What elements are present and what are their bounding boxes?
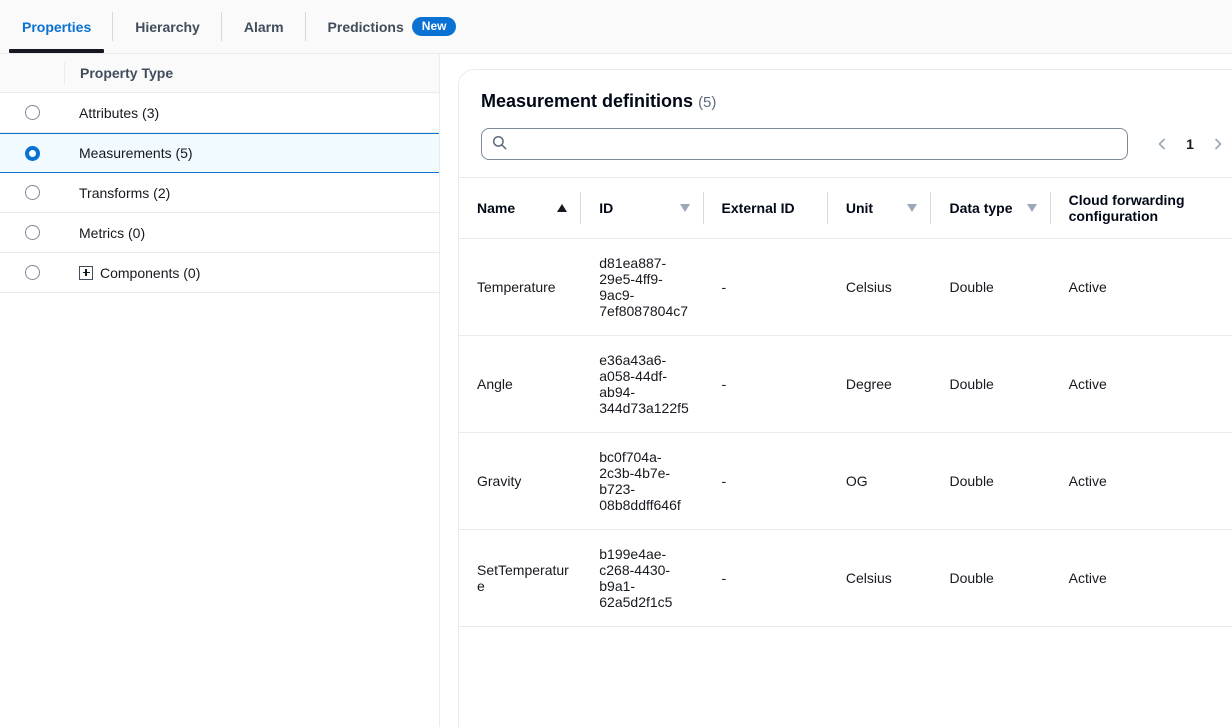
cell-unit: Degree [827, 335, 932, 433]
tab-alarm-label: Alarm [243, 18, 284, 35]
cell-name: Angle [459, 335, 582, 433]
radio-cell-metrics[interactable] [0, 213, 64, 252]
tab-predictions[interactable]: Predictions New [306, 0, 479, 53]
column-header-id[interactable]: ID [581, 177, 704, 239]
tab-alarm[interactable]: Alarm [222, 0, 306, 53]
expand-plus-icon[interactable] [79, 265, 93, 280]
tab-hierarchy[interactable]: Hierarchy [113, 0, 222, 53]
property-type-row-components[interactable]: Components (0) [0, 253, 439, 293]
property-type-label-metrics: Metrics (0) [79, 224, 146, 241]
radio-button-measurements[interactable] [24, 145, 40, 161]
sort-icon[interactable] [679, 204, 690, 212]
cell-unit: Celsius [827, 529, 932, 627]
tab-properties[interactable]: Properties [0, 0, 114, 53]
cell-cloud-forwarding: Active [1050, 238, 1232, 336]
cell-data-type: Double [931, 529, 1051, 627]
column-header-unit-label: Unit [845, 200, 874, 216]
cell-cloud-forwarding: Active [1050, 335, 1232, 433]
property-type-row-transforms[interactable]: Transforms (2) [0, 173, 439, 213]
property-type-label-transforms: Transforms (2) [79, 184, 171, 201]
property-type-row-measurements[interactable]: Measurements (5) [0, 133, 439, 173]
column-header-data-type-label: Data type [949, 200, 1013, 216]
tab-hierarchy-label: Hierarchy [135, 18, 200, 35]
radio-button-attributes[interactable] [24, 105, 40, 120]
tab-predictions-label: Predictions [327, 18, 404, 35]
table-body: Temperature d81ea887-29e5-4ff9-9ac9-7ef8… [459, 238, 1232, 627]
measurement-definitions-table: Name ID External ID Unit Data type Cloud… [459, 177, 1232, 627]
page-title: Measurement definitions (5) [459, 70, 1232, 112]
table-header-row: Name ID External ID Unit Data type Cloud… [459, 177, 1232, 239]
search-icon [492, 135, 507, 153]
property-type-row-attributes[interactable]: Attributes (3) [0, 93, 439, 133]
search-input[interactable] [515, 135, 1117, 153]
pagination-prev-button[interactable] [1148, 130, 1176, 158]
cell-external-id: - [703, 335, 828, 433]
column-header-id-label: ID [599, 200, 614, 216]
column-header-cloud-forwarding[interactable]: Cloud forwarding configuration [1050, 177, 1232, 239]
table-header: Name ID External ID Unit Data type Cloud… [459, 177, 1232, 239]
property-type-label-attributes: Attributes (3) [79, 104, 160, 121]
cell-name: Temperature [459, 238, 582, 336]
page-title-text: Measurement definitions [481, 91, 694, 111]
radio-cell-transforms[interactable] [0, 173, 64, 212]
search-box[interactable] [481, 128, 1128, 160]
radio-button-metrics[interactable] [24, 225, 40, 240]
sort-icon[interactable] [1026, 204, 1037, 212]
pagination-next-button[interactable] [1204, 130, 1232, 158]
property-type-label-measurements: Measurements (5) [79, 145, 193, 161]
column-header-external-id-label: External ID [721, 200, 795, 216]
pagination: 1 [1148, 130, 1232, 158]
cell-external-id: - [703, 432, 828, 530]
tab-bar: Properties Hierarchy Alarm Predictions N… [0, 0, 1232, 54]
radio-button-components[interactable] [24, 265, 40, 280]
cell-external-id: - [703, 529, 828, 627]
column-header-unit[interactable]: Unit [827, 177, 932, 239]
tab-properties-label: Properties [22, 18, 92, 35]
cell-cloud-forwarding: Active [1050, 529, 1232, 627]
cell-data-type: Double [931, 238, 1051, 336]
table-toolbar: 1 [459, 112, 1232, 177]
cell-unit: OG [827, 432, 932, 530]
sort-ascending-icon[interactable] [557, 204, 568, 212]
cell-id: b199e4ae-c268-4430-b9a1-62a5d2f1c5 [581, 529, 704, 627]
property-type-header: Property Type [0, 54, 439, 93]
radio-cell-measurements[interactable] [0, 134, 64, 172]
property-type-row-metrics[interactable]: Metrics (0) [0, 213, 439, 253]
cell-cloud-forwarding: Active [1050, 432, 1232, 530]
cell-name: Gravity [459, 432, 582, 530]
content-area: Property Type Attributes (3) Measurement… [0, 54, 1232, 727]
cell-external-id: - [703, 238, 828, 336]
property-type-label-components-wrap: Components (0) [64, 265, 200, 281]
page-title-count: (5) [698, 94, 717, 111]
cell-data-type: Double [931, 335, 1051, 433]
column-header-cloud-forwarding-label: Cloud forwarding configuration [1068, 192, 1185, 224]
radio-cell-components[interactable] [0, 253, 64, 292]
radio-cell-attributes[interactable] [0, 93, 64, 132]
radio-header-cell [0, 62, 65, 84]
cell-id: d81ea887-29e5-4ff9-9ac9-7ef8087804c7 [581, 238, 704, 336]
cell-name: SetTemperature [459, 529, 582, 627]
property-type-header-label: Property Type [80, 65, 174, 81]
table-row[interactable]: Gravity bc0f704a-2c3b-4b7e-b723-08b8ddff… [459, 432, 1232, 530]
cell-id: e36a43a6-a058-44df-ab94-344d73a122f5 [581, 335, 704, 433]
new-badge: New [411, 16, 457, 37]
column-header-name[interactable]: Name [459, 177, 582, 239]
cell-unit: Celsius [827, 238, 932, 336]
table-row[interactable]: Angle e36a43a6-a058-44df-ab94-344d73a122… [459, 335, 1232, 433]
table-row[interactable]: SetTemperature b199e4ae-c268-4430-b9a1-6… [459, 529, 1232, 627]
column-header-data-type[interactable]: Data type [931, 177, 1051, 239]
measurement-definitions-pane: Measurement definitions (5) 1 Name ID Ex… [440, 54, 1232, 727]
measurement-definitions-card: Measurement definitions (5) 1 Name ID Ex… [458, 69, 1232, 727]
column-header-external-id[interactable]: External ID [703, 177, 828, 239]
active-tab-underline [9, 49, 105, 53]
property-type-label-components: Components (0) [100, 264, 201, 281]
radio-button-transforms[interactable] [24, 185, 40, 200]
table-row[interactable]: Temperature d81ea887-29e5-4ff9-9ac9-7ef8… [459, 238, 1232, 336]
cell-id: bc0f704a-2c3b-4b7e-b723-08b8ddff646f [581, 432, 704, 530]
pagination-page-1[interactable]: 1 [1180, 136, 1200, 152]
cell-data-type: Double [931, 432, 1051, 530]
sort-icon[interactable] [907, 204, 918, 212]
column-header-name-label: Name [477, 200, 516, 216]
property-type-panel: Property Type Attributes (3) Measurement… [0, 54, 440, 727]
